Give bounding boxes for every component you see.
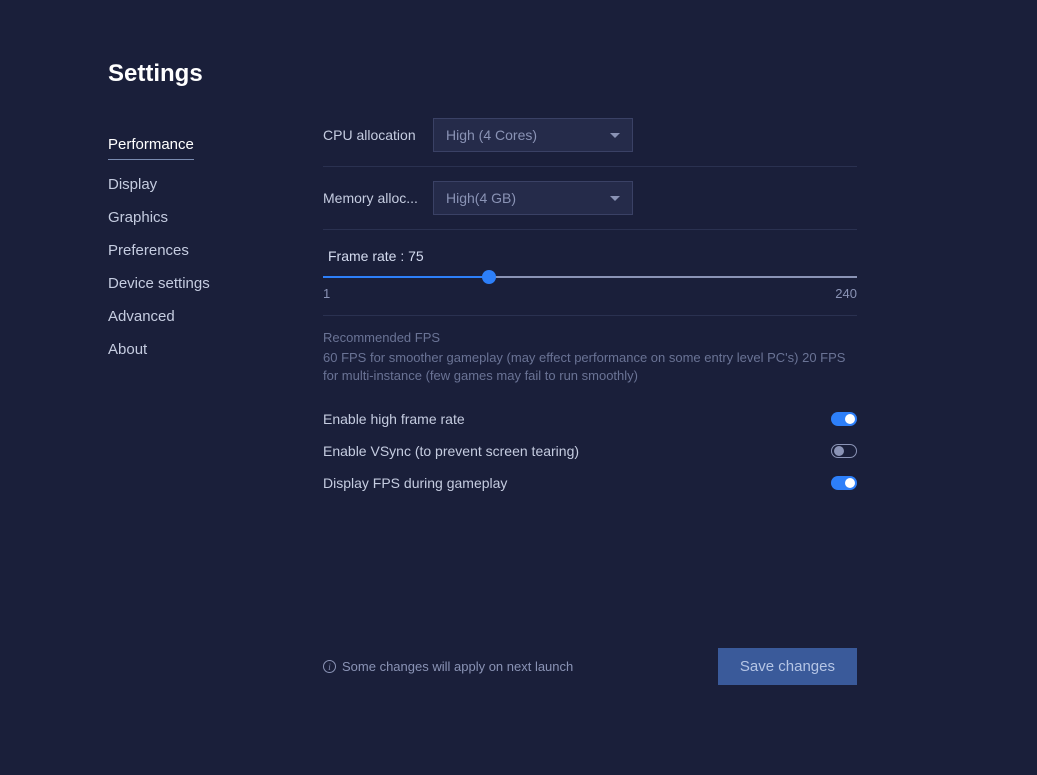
sidebar-item-performance[interactable]: Performance (108, 128, 194, 160)
display-fps-toggle[interactable] (831, 476, 857, 490)
toggle-knob (834, 446, 844, 456)
memory-allocation-row: Memory alloc... High(4 GB) (323, 167, 857, 230)
chevron-down-icon (610, 133, 620, 138)
high-frame-toggle[interactable] (831, 412, 857, 426)
sidebar-item-advanced[interactable]: Advanced (108, 300, 323, 333)
memory-allocation-value: High(4 GB) (446, 190, 516, 206)
memory-allocation-dropdown[interactable]: High(4 GB) (433, 181, 633, 215)
chevron-down-icon (610, 196, 620, 201)
memory-allocation-label: Memory alloc... (323, 190, 433, 206)
sidebar-item-preferences[interactable]: Preferences (108, 234, 323, 267)
cpu-allocation-label: CPU allocation (323, 127, 433, 143)
footer-note: i Some changes will apply on next launch (323, 659, 573, 674)
sidebar-item-about[interactable]: About (108, 333, 323, 366)
toggle-knob (845, 414, 855, 424)
main-panel: CPU allocation High (4 Cores) Memory all… (323, 60, 1037, 775)
frame-rate-label: Frame rate : 75 (328, 248, 857, 264)
slider-max: 240 (835, 286, 857, 301)
slider-thumb[interactable] (482, 270, 496, 284)
slider-min: 1 (323, 286, 330, 301)
slider-range: 1 240 (323, 286, 857, 301)
fps-recommend-desc: 60 FPS for smoother gameplay (may effect… (323, 349, 857, 385)
save-button[interactable]: Save changes (718, 648, 857, 685)
fps-info-section: Recommended FPS 60 FPS for smoother game… (323, 316, 857, 499)
sidebar-item-graphics[interactable]: Graphics (108, 201, 323, 234)
toggle-knob (845, 478, 855, 488)
vsync-toggle[interactable] (831, 444, 857, 458)
slider-fill (323, 276, 489, 278)
fps-recommend-title: Recommended FPS (323, 330, 857, 345)
cpu-allocation-dropdown[interactable]: High (4 Cores) (433, 118, 633, 152)
display-fps-label: Display FPS during gameplay (323, 475, 507, 491)
cpu-allocation-row: CPU allocation High (4 Cores) (323, 118, 857, 167)
toggle-row-display-fps: Display FPS during gameplay (323, 467, 857, 499)
sidebar-item-display[interactable]: Display (108, 168, 323, 201)
cpu-allocation-value: High (4 Cores) (446, 127, 537, 143)
vsync-label: Enable VSync (to prevent screen tearing) (323, 443, 579, 459)
info-icon: i (323, 660, 336, 673)
sidebar: Settings Performance Display Graphics Pr… (108, 60, 323, 775)
footer: i Some changes will apply on next launch… (323, 648, 857, 685)
frame-rate-slider[interactable] (323, 276, 857, 278)
frame-rate-section: Frame rate : 75 1 240 (323, 230, 857, 316)
toggle-row-vsync: Enable VSync (to prevent screen tearing) (323, 435, 857, 467)
page-title: Settings (108, 60, 323, 88)
sidebar-item-device-settings[interactable]: Device settings (108, 267, 323, 300)
footer-note-text: Some changes will apply on next launch (342, 659, 573, 674)
toggle-row-high-frame: Enable high frame rate (323, 403, 857, 435)
high-frame-label: Enable high frame rate (323, 411, 465, 427)
